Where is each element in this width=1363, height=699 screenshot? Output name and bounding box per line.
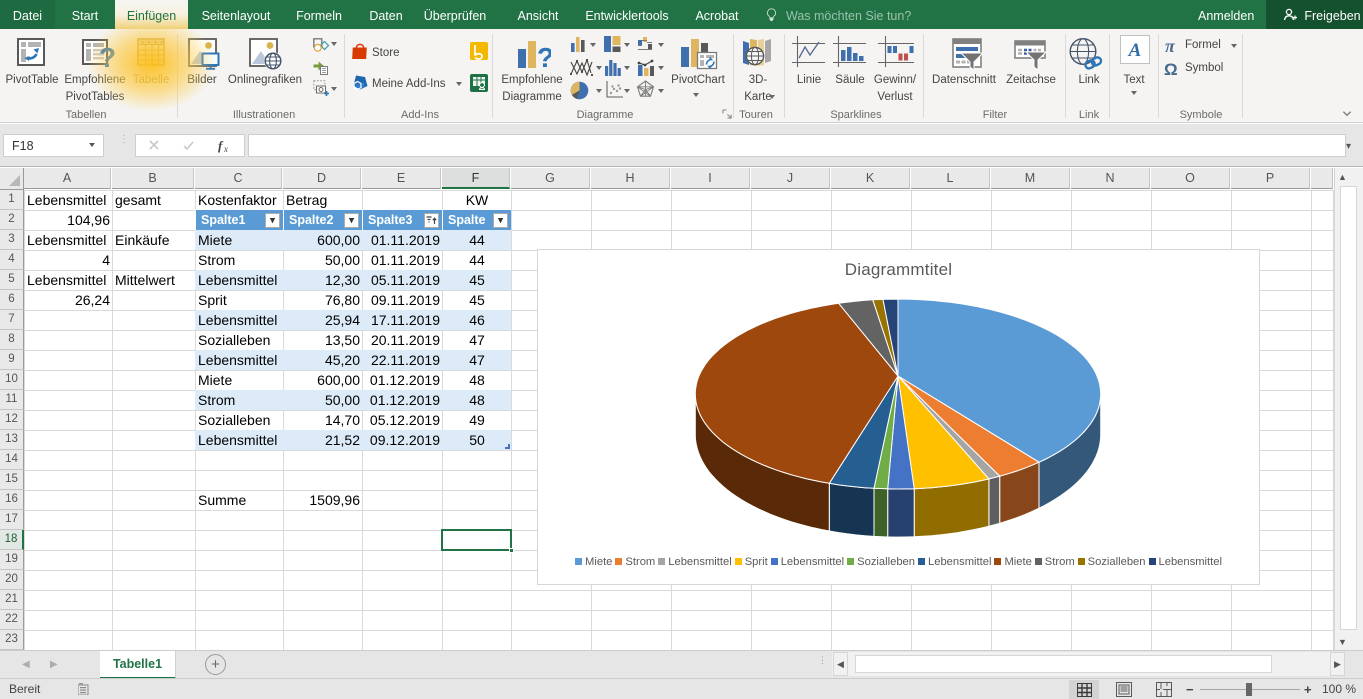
svg-text:?: ? — [99, 42, 116, 71]
svg-text:?: ? — [537, 42, 551, 70]
svg-text:x: x — [223, 144, 228, 154]
svg-text:A: A — [1128, 40, 1142, 61]
